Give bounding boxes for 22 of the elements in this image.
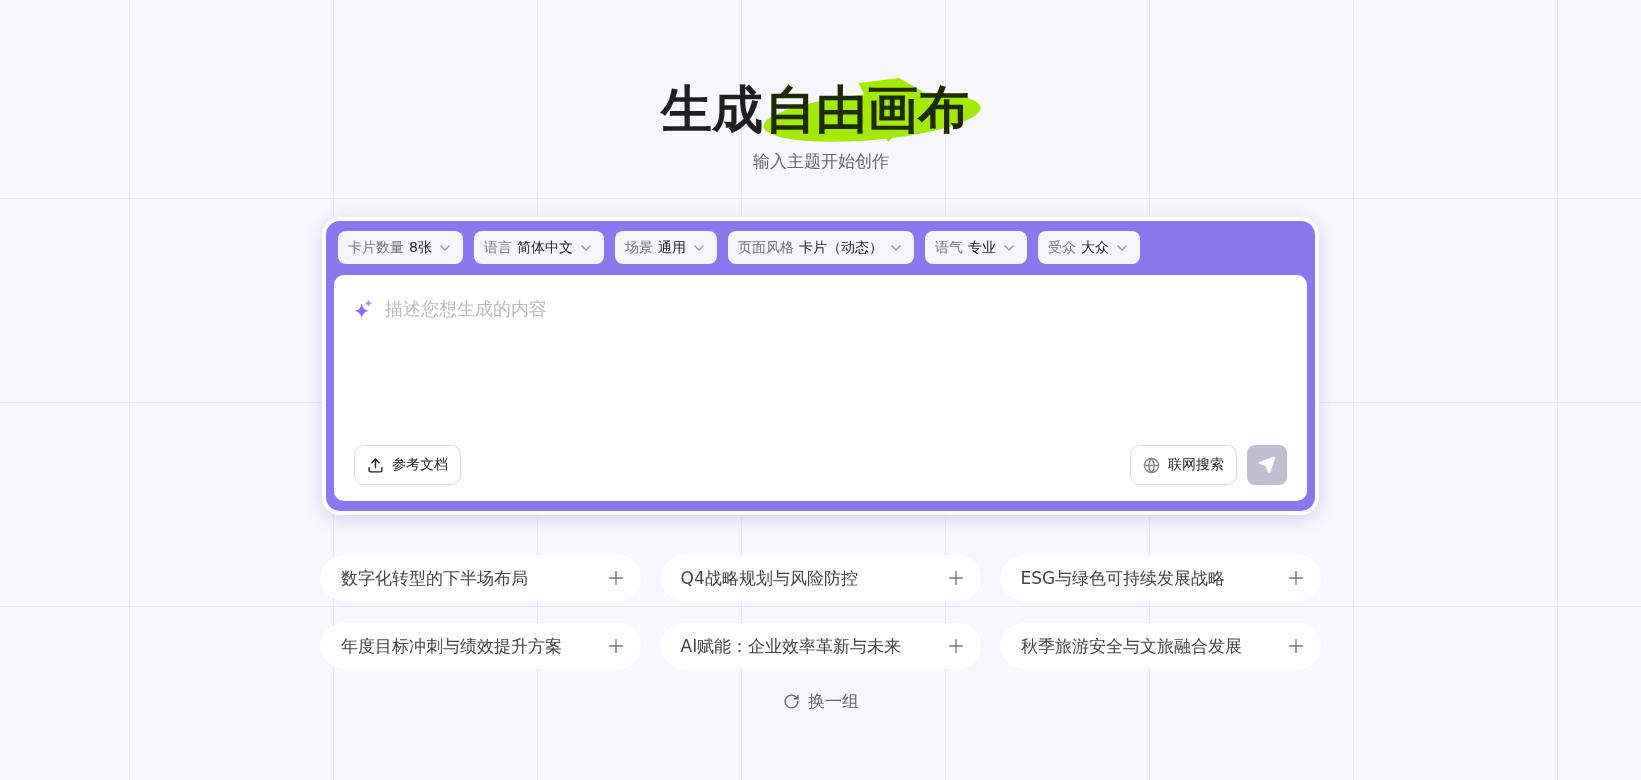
option-dropdown[interactable]: 受众 大众 (1037, 231, 1140, 264)
option-dropdown[interactable]: 语气 专业 (924, 231, 1027, 264)
option-dropdown[interactable]: 卡片数量 8张 (338, 231, 463, 264)
option-dropdown[interactable]: 语言 简体中文 (473, 231, 604, 264)
globe-icon (1143, 456, 1160, 474)
send-icon (1258, 456, 1276, 474)
suggestion-chip[interactable]: ESG与绿色可持续发展战略 (1000, 555, 1321, 601)
refresh-button[interactable]: 换一组 (776, 689, 865, 714)
web-search-button[interactable]: 联网搜索 (1130, 445, 1237, 485)
upload-icon (367, 456, 384, 474)
suggestion-chip[interactable]: 数字化转型的下半场布局 (320, 555, 641, 601)
option-dropdown[interactable]: 页面风格 卡片（动态） (727, 231, 914, 264)
suggestion-chip[interactable]: AI赋能：企业效率革新与未来 (660, 623, 981, 669)
subtitle: 输入主题开始创作 (752, 150, 889, 173)
suggestion-chip[interactable]: 秋季旅游安全与文旅融合发展 (1000, 623, 1321, 669)
page-title: 生成 (660, 79, 763, 141)
sparkle-icon (354, 298, 374, 319)
option-dropdown[interactable]: 场景 通用 (614, 231, 717, 264)
suggestion-chip[interactable]: Q4战略规划与风险防控 (660, 555, 981, 601)
refresh-icon (782, 693, 800, 710)
upload-document-button[interactable]: 参考文档 (354, 445, 461, 485)
suggestion-chip[interactable]: 年度目标冲刺与绩效提升方案 (320, 623, 641, 669)
